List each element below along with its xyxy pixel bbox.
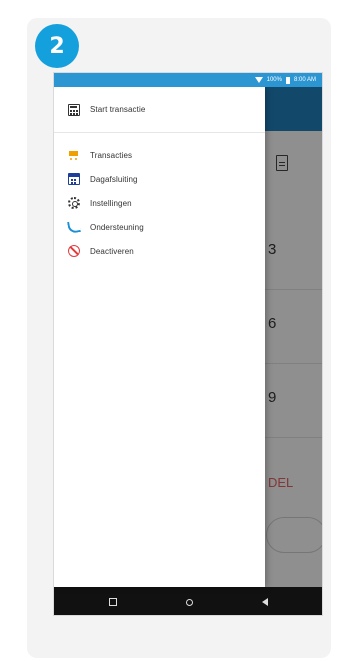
calendar-icon — [68, 173, 80, 185]
drawer-item-day-closing[interactable]: Dagafsluiting — [54, 167, 265, 191]
drawer-item-label: Ondersteuning — [90, 222, 144, 232]
drawer-item-label: Transacties — [90, 150, 133, 160]
cart-icon — [68, 149, 80, 161]
step-badge: 2 — [35, 24, 79, 68]
drawer-item-label: Instellingen — [90, 198, 132, 208]
back-icon[interactable] — [261, 598, 268, 606]
gear-icon — [68, 197, 80, 209]
drawer-item-transactions[interactable]: Transacties — [54, 143, 265, 167]
status-bar: 100% 8:00 AM — [54, 73, 322, 87]
battery-icon — [285, 76, 290, 84]
drawer-item-settings[interactable]: Instellingen — [54, 191, 265, 215]
wifi-icon — [254, 77, 263, 83]
drawer-item-deactivate[interactable]: Deactiveren — [54, 239, 265, 263]
phone-screen: 100% 8:00 AM 3 6 9 DEL Start transactie … — [53, 72, 323, 616]
battery-percentage: 100% — [266, 77, 282, 83]
phone-icon — [67, 220, 81, 234]
navigation-drawer: Start transactie Transacties Dagafsluiti… — [54, 87, 265, 587]
clock: 8:00 AM — [293, 77, 316, 83]
recent-apps-icon[interactable] — [108, 598, 117, 606]
drawer-item-start-transaction[interactable]: Start transactie — [54, 87, 265, 133]
android-nav-bar — [54, 587, 322, 615]
drawer-item-support[interactable]: Ondersteuning — [54, 215, 265, 239]
home-icon[interactable] — [185, 598, 193, 606]
drawer-item-label: Start transactie — [90, 105, 146, 114]
drawer-item-label: Dagafsluiting — [90, 174, 138, 184]
cash-register-icon — [68, 103, 80, 116]
block-icon — [68, 245, 80, 257]
drawer-item-label: Deactiveren — [90, 246, 134, 256]
